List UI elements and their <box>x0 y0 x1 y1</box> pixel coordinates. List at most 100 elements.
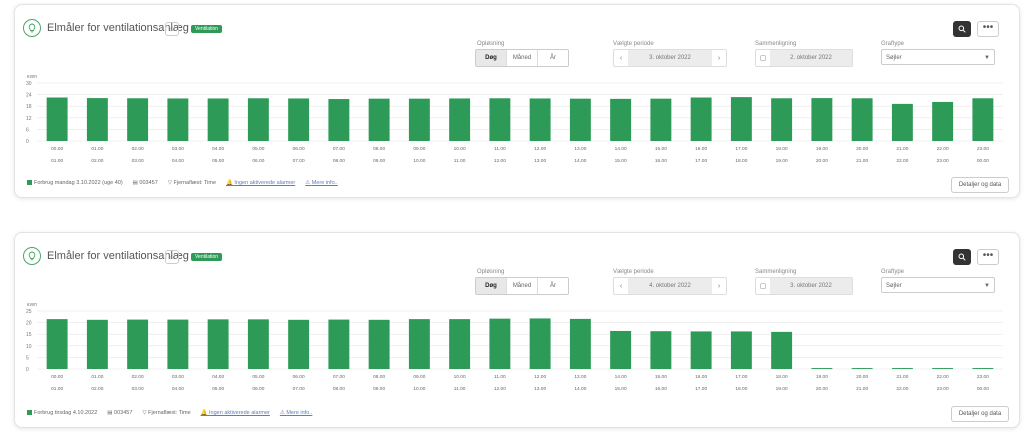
compare-value[interactable]: 3. oktober 2022 <box>770 278 852 294</box>
y-tick-label: 25 <box>26 309 32 315</box>
period-value[interactable]: 3. oktober 2022 <box>628 50 712 66</box>
next-period-button[interactable]: › <box>712 283 726 290</box>
x-tick-label: 00.00 <box>51 146 63 152</box>
x-tick-label: 22.00 <box>937 146 949 152</box>
x-tick-label: 11.00 <box>454 386 466 392</box>
x-tick-label: 04.00 <box>172 158 184 164</box>
x-tick-label: 06.00 <box>293 374 305 380</box>
compare-value[interactable]: 2. oktober 2022 <box>770 50 852 66</box>
bar <box>127 98 149 141</box>
res-year-button[interactable]: År <box>538 278 568 294</box>
x-tick-label: 11.00 <box>494 146 506 152</box>
alarms-link[interactable]: 🔔 Ingen aktiverede alarmer <box>226 180 295 186</box>
res-month-button[interactable]: Måned <box>507 50 538 66</box>
x-tick-label: 16.00 <box>695 146 707 152</box>
x-tick-label: 05.00 <box>252 146 264 152</box>
res-day-button[interactable]: Døg <box>476 50 507 66</box>
compare-label: Sammenligning <box>755 41 797 47</box>
x-tick-label: 07.00 <box>333 374 345 380</box>
x-tick-label: 21.00 <box>896 374 908 380</box>
bar <box>569 98 591 141</box>
x-tick-label: 20.00 <box>856 146 868 152</box>
graph-type-select[interactable]: Søjler ▼ <box>881 49 995 65</box>
compare-checkbox[interactable]: ▢ <box>756 282 770 290</box>
x-tick-label: 09.00 <box>413 146 425 152</box>
graph-type-select[interactable]: Søjler ▼ <box>881 277 995 293</box>
x-tick-label: 00.00 <box>51 374 63 380</box>
x-tick-label: 04.00 <box>212 146 224 152</box>
alarms-text: Ingen aktiverede alarmer <box>209 410 270 416</box>
bar <box>730 331 752 369</box>
favorite-star-icon[interactable]: ☆ <box>165 250 179 264</box>
period-label: Vælgte periode <box>613 41 654 47</box>
bar <box>207 319 229 369</box>
search-icon <box>958 253 966 261</box>
x-tick-label: 10.00 <box>454 374 466 380</box>
y-tick-label: 0 <box>26 367 29 373</box>
more-info-link[interactable]: ⚠ Mere info.. <box>305 180 337 186</box>
more-options-button[interactable]: ••• <box>977 249 999 265</box>
x-tick-label: 19.00 <box>776 386 788 392</box>
x-tick-label: 15.00 <box>655 146 667 152</box>
bar <box>891 368 913 369</box>
x-tick-label: 20.00 <box>816 158 828 164</box>
legend-text: Forbrug tirsdag 4.10.2022 <box>34 410 98 416</box>
chart-legend: Forbrug tirsdag 4.10.2022 ▤ 003457 ▽ Fje… <box>27 410 312 416</box>
y-tick-label: 10 <box>26 344 32 350</box>
x-tick-label: 08.00 <box>333 158 345 164</box>
alarms-link[interactable]: 🔔 Ingen aktiverede alarmer <box>201 410 270 416</box>
res-day-button[interactable]: Døg <box>476 278 507 294</box>
prev-period-button[interactable]: ‹ <box>614 55 628 62</box>
next-period-button[interactable]: › <box>712 55 726 62</box>
y-axis-label: kWh <box>27 75 37 80</box>
x-tick-label: 21.00 <box>856 158 868 164</box>
x-tick-label: 01.00 <box>91 146 103 152</box>
x-tick-label: 20.00 <box>856 374 868 380</box>
prev-period-button[interactable]: ‹ <box>614 283 628 290</box>
x-tick-label: 23.00 <box>977 374 989 380</box>
x-tick-label: 01.00 <box>91 374 103 380</box>
bar <box>932 101 954 141</box>
x-tick-label: 03.00 <box>172 374 184 380</box>
chevron-down-icon: ▼ <box>984 283 990 289</box>
more-info-link[interactable]: ⚠ Mere info.. <box>280 410 312 416</box>
bar <box>771 331 793 369</box>
bar <box>811 368 833 369</box>
bar <box>86 319 108 369</box>
bar <box>569 318 591 369</box>
bar <box>851 368 873 369</box>
x-tick-label: 17.00 <box>735 146 747 152</box>
res-month-button[interactable]: Måned <box>507 278 538 294</box>
more-options-button[interactable]: ••• <box>977 21 999 37</box>
x-tick-label: 13.00 <box>534 158 546 164</box>
search-button[interactable] <box>953 21 971 37</box>
x-tick-label: 06.00 <box>252 386 264 392</box>
x-tick-label: 12.00 <box>494 158 506 164</box>
search-button[interactable] <box>953 249 971 265</box>
legend-swatch <box>27 410 32 416</box>
more-info-text: Mere info.. <box>311 180 338 186</box>
x-tick-label: 12.00 <box>494 386 506 392</box>
favorite-star-icon[interactable]: ☆ <box>165 22 179 36</box>
x-tick-label: 19.00 <box>816 374 828 380</box>
details-button[interactable]: Detaljer og data <box>951 177 1009 193</box>
x-tick-label: 15.00 <box>615 158 627 164</box>
meter-id-value: 003457 <box>114 410 133 416</box>
details-button[interactable]: Detaljer og data <box>951 406 1009 422</box>
compare-picker: ▢ 3. oktober 2022 <box>755 277 853 295</box>
period-value[interactable]: 4. oktober 2022 <box>628 278 712 294</box>
x-tick-label: 08.00 <box>373 146 385 152</box>
x-tick-label: 18.00 <box>735 386 747 392</box>
bar <box>811 98 833 141</box>
x-tick-label: 02.00 <box>132 146 144 152</box>
search-icon <box>958 25 966 33</box>
bar <box>650 331 672 369</box>
res-year-button[interactable]: År <box>538 50 568 66</box>
compare-checkbox[interactable]: ▢ <box>756 54 770 62</box>
category-badge: Ventilation <box>191 253 223 261</box>
bar <box>650 98 672 141</box>
x-tick-label: 04.00 <box>212 374 224 380</box>
y-tick-label: 20 <box>26 321 32 327</box>
legend-text: Forbrug mandag 3.10.2022 (uge 40) <box>34 180 123 186</box>
bar <box>449 319 471 369</box>
